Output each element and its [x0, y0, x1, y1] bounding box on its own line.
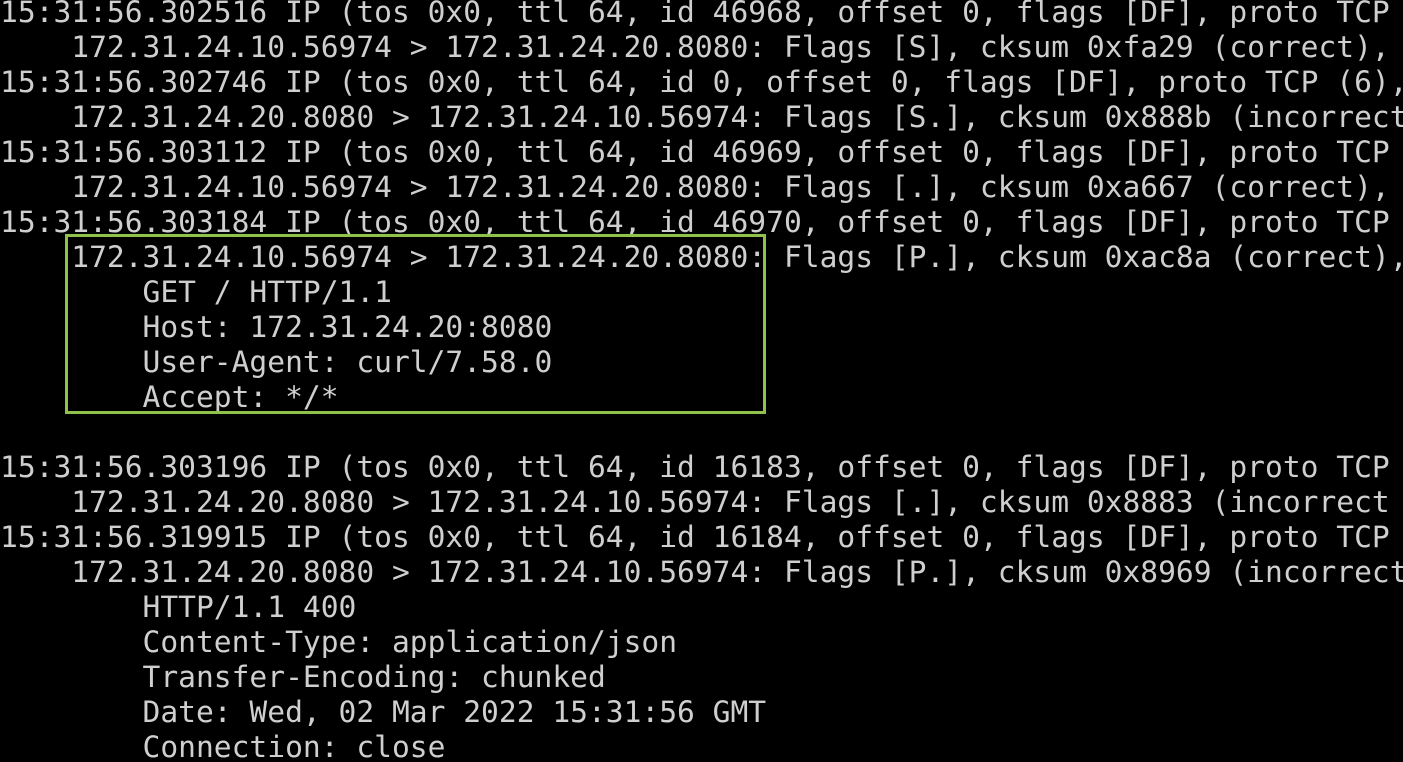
packet-detail-line: 172.31.24.20.8080 > 172.31.24.10.56974: … [0, 485, 1390, 519]
packet-detail-line: 172.31.24.10.56974 > 172.31.24.20.8080: … [0, 170, 1390, 204]
http-header-line: Transfer-Encoding: chunked [0, 660, 606, 694]
packet-header-line: 15:31:56.302516 IP (tos 0x0, ttl 64, id … [0, 0, 1390, 29]
http-status-line: HTTP/1.1 400 [0, 590, 357, 624]
packet-detail-line: 172.31.24.20.8080 > 172.31.24.10.56974: … [0, 555, 1403, 589]
packet-header-line: 15:31:56.303196 IP (tos 0x0, ttl 64, id … [0, 450, 1390, 484]
highlight-box [65, 234, 766, 414]
packet-detail-line: 172.31.24.10.56974 > 172.31.24.20.8080: … [0, 30, 1390, 64]
packet-detail-line: 172.31.24.20.8080 > 172.31.24.10.56974: … [0, 100, 1403, 134]
http-header-line: Content-Type: application/json [0, 625, 678, 659]
terminal-output[interactable]: 15:31:56.302516 IP (tos 0x0, ttl 64, id … [0, 0, 1403, 762]
packet-header-line: 15:31:56.303112 IP (tos 0x0, ttl 64, id … [0, 135, 1390, 169]
http-header-line: Connection: close [0, 730, 446, 762]
packet-header-line: 15:31:56.319915 IP (tos 0x0, ttl 64, id … [0, 520, 1390, 554]
http-header-line: Date: Wed, 02 Mar 2022 15:31:56 GMT [0, 695, 767, 729]
packet-header-line: 15:31:56.302746 IP (tos 0x0, ttl 64, id … [0, 65, 1403, 99]
